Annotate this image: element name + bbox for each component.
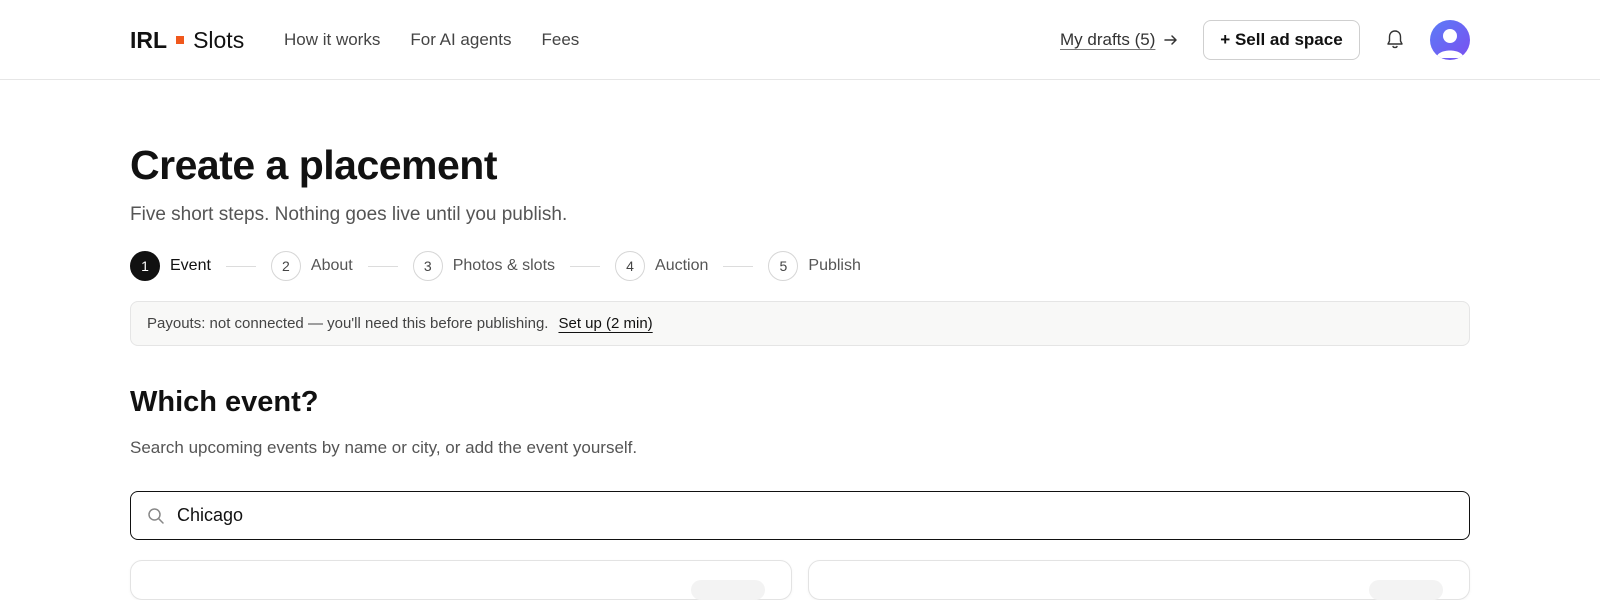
step-number: 4 <box>615 251 646 281</box>
step-indicator: 1 Event 2 About 3 Photos & slots 4 Aucti… <box>130 251 861 281</box>
step-event[interactable]: 1 Event <box>130 251 211 281</box>
brand-logo[interactable]: IRL Slots <box>130 25 244 55</box>
my-drafts-label: My drafts (5) <box>1060 30 1156 49</box>
step-label: Auction <box>655 257 709 274</box>
page-title: Create a placement <box>130 142 498 188</box>
step-connector <box>367 265 398 267</box>
setup-payouts-link[interactable]: Set up (2 min) <box>558 315 652 332</box>
payouts-banner: Payouts: not connected — you'll need thi… <box>130 301 1470 346</box>
step-connector <box>723 265 754 267</box>
user-avatar-icon[interactable] <box>1430 20 1470 60</box>
step-number: 5 <box>768 251 799 281</box>
step-label: Event <box>170 257 211 274</box>
section-title: Which event? <box>130 386 319 418</box>
event-result-card[interactable] <box>130 560 792 600</box>
arrow-right-icon <box>1163 32 1179 48</box>
brand-primary: IRL <box>130 27 168 53</box>
brand-secondary: Slots <box>193 27 245 53</box>
sell-ad-space-button[interactable]: + Sell ad space <box>1203 20 1360 60</box>
event-search-input[interactable] <box>177 505 1457 526</box>
my-drafts-link[interactable]: My drafts (5) <box>1060 29 1179 51</box>
step-connector <box>570 265 601 267</box>
card-badge <box>1369 580 1443 600</box>
event-search-box[interactable] <box>130 491 1470 540</box>
section-description: Search upcoming events by name or city, … <box>130 438 638 457</box>
page-subtitle: Five short steps. Nothing goes live unti… <box>130 204 568 225</box>
step-auction[interactable]: 4 Auction <box>615 251 708 281</box>
step-label: Publish <box>808 257 861 274</box>
event-result-card[interactable] <box>808 560 1470 600</box>
payouts-status-text: Payouts: not connected — you'll need thi… <box>147 315 549 332</box>
search-icon <box>147 507 165 525</box>
card-badge <box>691 580 765 600</box>
nav-how-it-works[interactable]: How it works <box>284 29 380 51</box>
bell-icon[interactable] <box>1384 28 1406 52</box>
step-number: 2 <box>270 251 301 281</box>
nav-fees[interactable]: Fees <box>541 29 579 51</box>
step-number: 1 <box>130 251 160 281</box>
nav-for-ai-agents[interactable]: For AI agents <box>410 29 511 51</box>
step-publish[interactable]: 5 Publish <box>768 251 861 281</box>
step-label: Photos & slots <box>452 257 556 274</box>
main-nav: How it works For AI agents Fees <box>284 29 579 51</box>
brand-dot-icon <box>176 36 185 44</box>
top-header: IRL Slots How it works For AI agents Fee… <box>0 0 1600 80</box>
step-connector <box>225 265 256 267</box>
step-photos-slots[interactable]: 3 Photos & slots <box>412 251 556 281</box>
step-about[interactable]: 2 About <box>270 251 353 281</box>
step-number: 3 <box>412 251 443 281</box>
step-label: About <box>310 257 353 274</box>
